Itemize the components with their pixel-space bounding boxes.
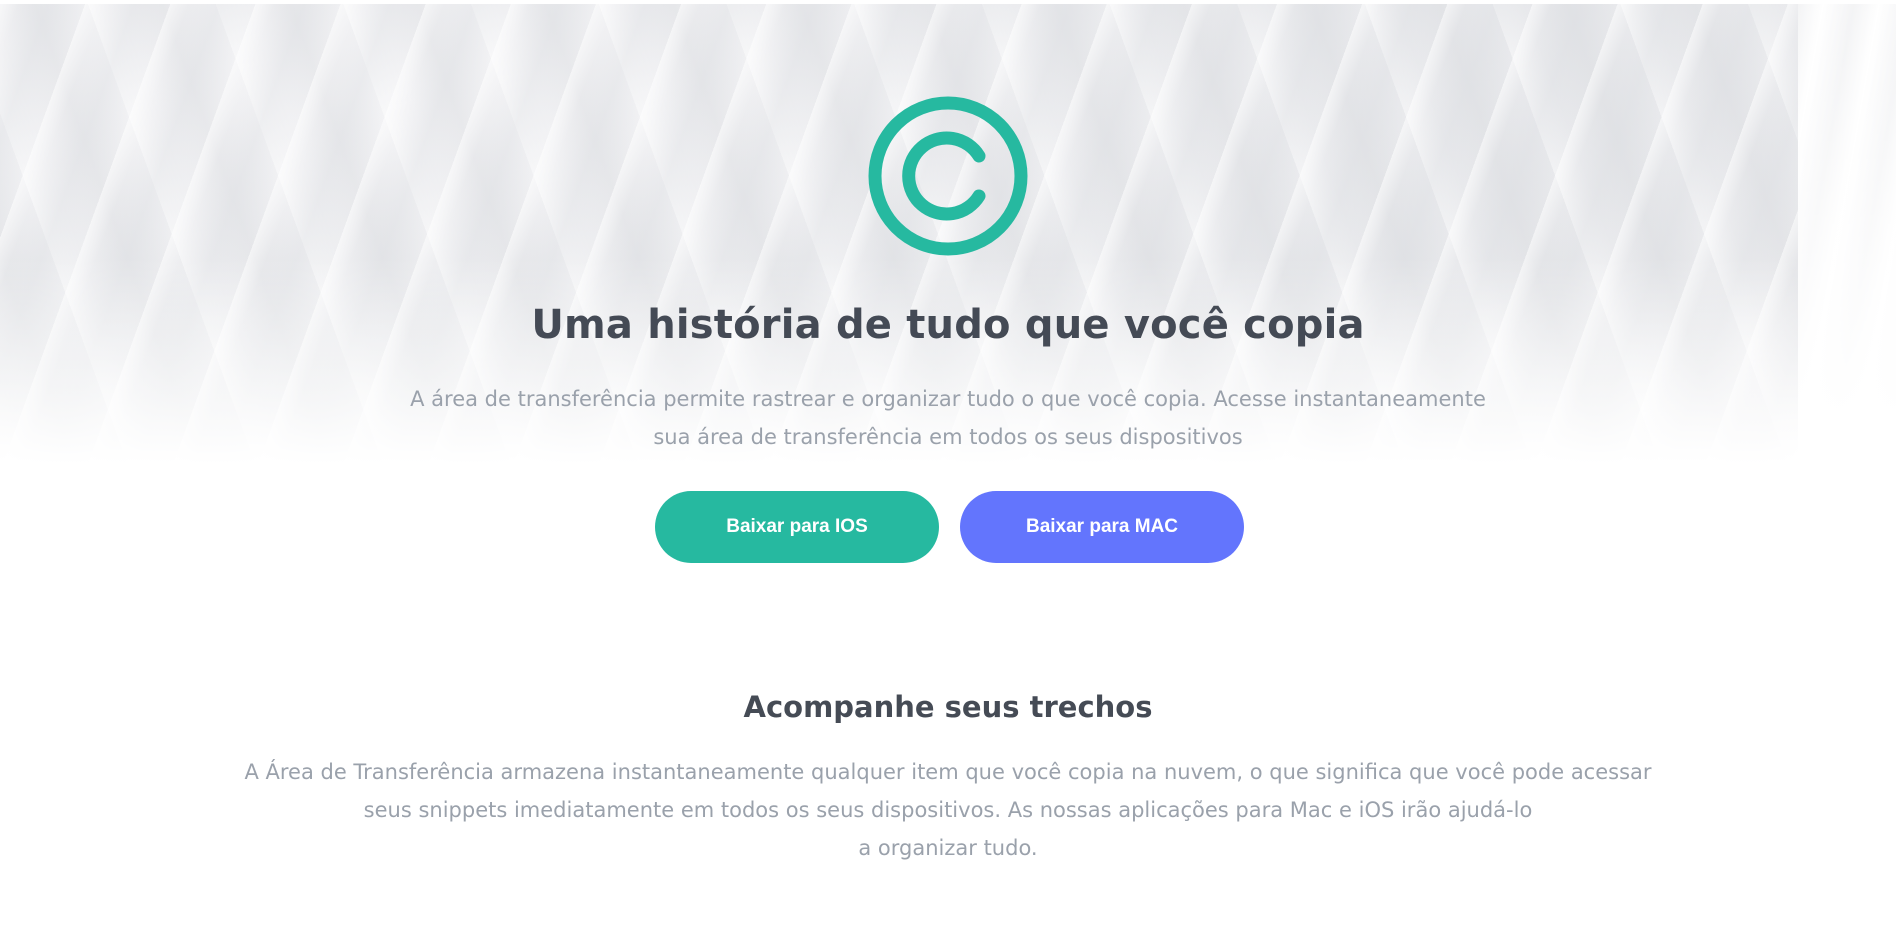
hero-subtitle-line-1: A área de transferência permite rastrear… (410, 387, 1486, 411)
feature-description: A Área de Transferência armazena instant… (240, 753, 1656, 867)
hero-subtitle-line-2: sua área de transferência em todos os se… (653, 425, 1243, 449)
download-ios-button[interactable]: Baixar para IOS (655, 491, 939, 563)
download-mac-button-label: Baixar para MAC (1025, 516, 1179, 537)
feature-description-line-3: a organizar tudo. (858, 836, 1038, 860)
feature-description-line-1: A Área de Transferência armazena instant… (244, 760, 1652, 784)
copyright-icon (868, 96, 1028, 256)
hero-subtitle: A área de transferência permite rastrear… (400, 380, 1496, 456)
download-ios-button-label: Baixar para IOS (726, 516, 868, 537)
feature-title: Acompanhe seus trechos (743, 690, 1153, 724)
landing-page: Uma história de tudo que você copia A ár… (0, 0, 1896, 937)
download-mac-button[interactable]: Baixar para MAC (960, 491, 1244, 563)
hero-title: Uma história de tudo que você copia (531, 302, 1365, 348)
hero-background-edge (1798, 4, 1896, 464)
feature-description-line-2: seus snippets imediatamente em todos os … (363, 798, 1533, 822)
